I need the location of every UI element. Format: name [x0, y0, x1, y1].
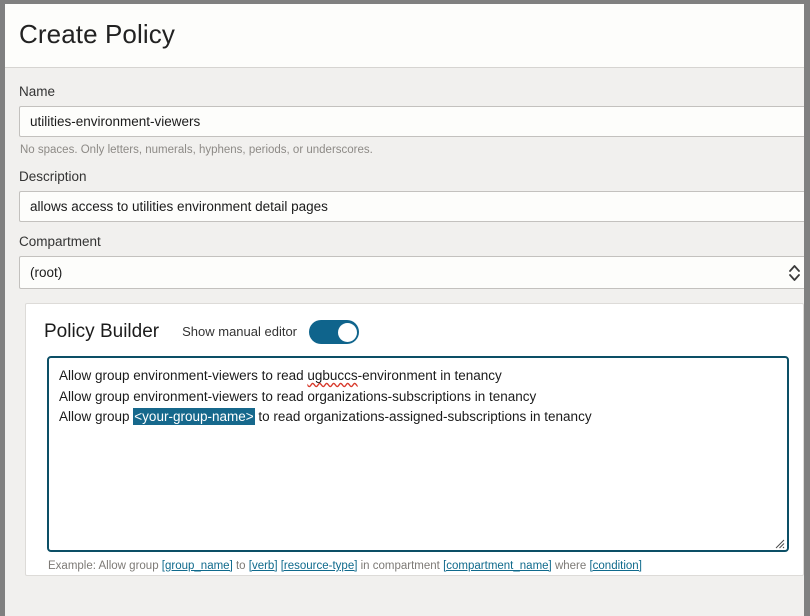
spacer [19, 222, 799, 232]
application-window: Create Policy Name No spaces. Only lette… [0, 0, 810, 616]
example-link-group-name[interactable]: [group_name] [162, 560, 233, 572]
toggle-knob [338, 323, 357, 342]
policy-line-suffix: -environment in tenancy [358, 368, 502, 383]
show-manual-editor-toggle[interactable] [309, 320, 359, 344]
misspelled-word: ugbuccs [307, 368, 357, 383]
policy-line: Allow group <your-group-name> to read or… [59, 407, 777, 428]
manual-editor-wrap: Allow group environment-viewers to read … [47, 356, 789, 552]
policy-line: Allow group environment-viewers to read … [59, 387, 777, 408]
policy-line-prefix: Allow group environment-viewers to read … [59, 389, 536, 404]
policy-line-prefix: Allow group [59, 409, 133, 424]
compartment-select-value: (root) [19, 256, 804, 289]
example-intro: Example: Allow group [48, 560, 162, 572]
selected-text-token: <your-group-name> [133, 408, 254, 425]
compartment-field-block: Compartment (root) [19, 232, 799, 289]
description-field-block: Description [19, 167, 799, 222]
compartment-select[interactable]: (root) [19, 256, 804, 289]
manual-editor-textarea[interactable]: Allow group environment-viewers to read … [47, 356, 789, 552]
example-mid-1: to [233, 560, 249, 572]
description-input[interactable] [19, 191, 804, 222]
page-header: Create Policy [5, 4, 804, 68]
name-field-label: Name [19, 82, 799, 106]
policy-line-suffix: to read organizations-assigned-subscript… [255, 409, 592, 424]
compartment-field-label: Compartment [19, 232, 799, 256]
policy-builder-title: Policy Builder [44, 320, 159, 344]
name-input[interactable] [19, 106, 804, 137]
example-syntax-text: Example: Allow group [group_name] to [ve… [44, 552, 785, 575]
example-link-condition[interactable]: [condition] [589, 560, 641, 572]
example-link-compartment-name[interactable]: [compartment_name] [443, 560, 552, 572]
show-manual-editor-label: Show manual editor [182, 320, 297, 344]
example-mid-3: in compartment [357, 560, 443, 572]
example-mid-4: where [552, 560, 590, 572]
policy-line-prefix: Allow group environment-viewers to read [59, 368, 307, 383]
example-link-verb[interactable]: [verb] [249, 560, 278, 572]
window-content: Create Policy Name No spaces. Only lette… [5, 4, 804, 616]
name-field-block: Name No spaces. Only letters, numerals, … [19, 82, 799, 167]
policy-builder-header: Policy Builder Show manual editor [44, 320, 785, 356]
create-policy-form: Name No spaces. Only letters, numerals, … [5, 68, 804, 576]
example-link-resource-type[interactable]: [resource-type] [281, 560, 358, 572]
page-title: Create Policy [19, 17, 804, 51]
description-field-label: Description [19, 167, 799, 191]
name-helper-text: No spaces. Only letters, numerals, hyphe… [19, 137, 799, 167]
chevron-up-down-icon [789, 263, 800, 283]
policy-line: Allow group environment-viewers to read … [59, 366, 777, 387]
policy-builder-card: Policy Builder Show manual editor Allow … [25, 303, 804, 576]
